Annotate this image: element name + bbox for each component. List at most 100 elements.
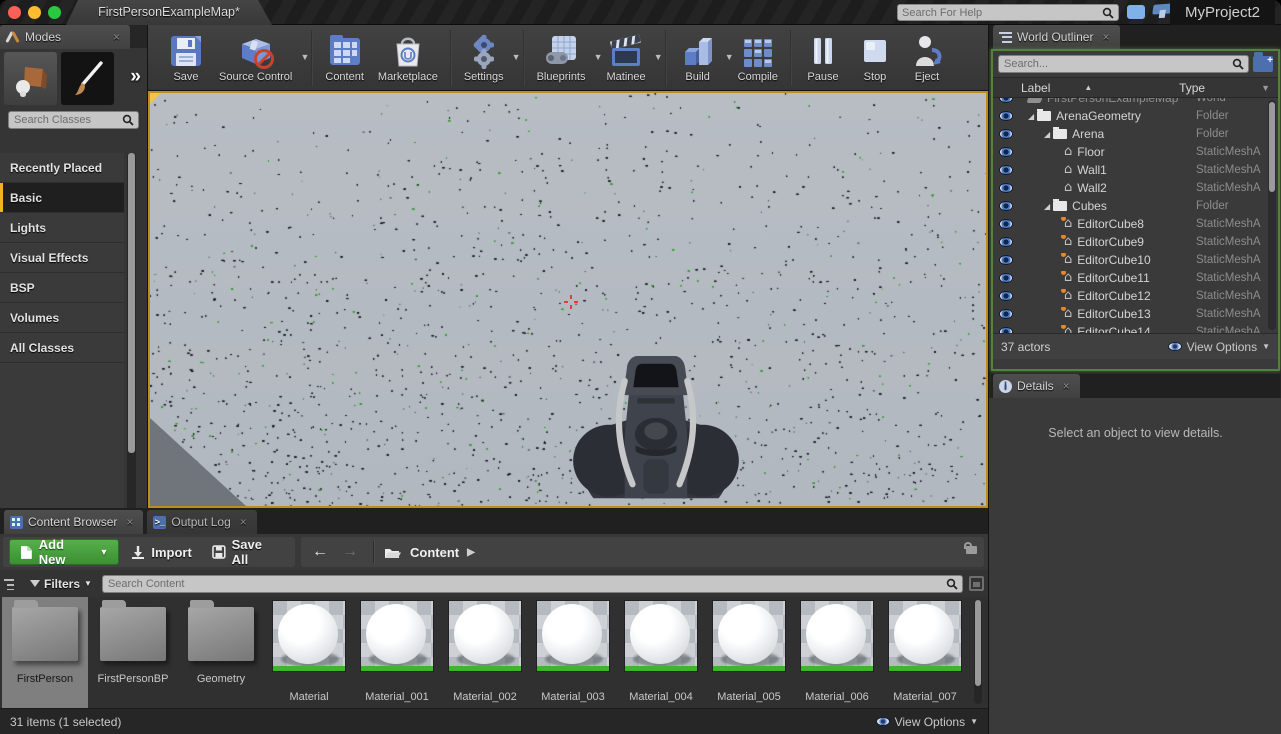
label-column-header[interactable]: Label: [1021, 81, 1050, 95]
details-tab[interactable]: i Details ×: [993, 374, 1080, 398]
more-modes-chevron-icon[interactable]: »: [130, 66, 141, 88]
outliner-row-editorcube12[interactable]: ⌂ EditorCube12 StaticMeshA: [993, 287, 1278, 305]
close-icon[interactable]: ×: [236, 515, 251, 529]
asset-tile-geometry[interactable]: Geometry: [178, 597, 264, 708]
type-filter-chevron-icon[interactable]: ▼: [1261, 83, 1270, 93]
save-button[interactable]: Save: [160, 30, 212, 85]
help-search-input[interactable]: [898, 7, 1098, 19]
outliner-row-arenageometry[interactable]: ◢ ArenaGeometry Folder: [993, 107, 1278, 125]
visibility-eye-icon[interactable]: [999, 291, 1013, 301]
build-button[interactable]: Build ▼: [672, 30, 731, 85]
close-icon[interactable]: ×: [109, 30, 124, 44]
breadcrumb-chevron-icon[interactable]: ▶: [467, 547, 475, 558]
settings-button[interactable]: Settings ▼: [457, 30, 518, 85]
back-button[interactable]: ←: [307, 543, 333, 561]
visibility-eye-icon[interactable]: [999, 183, 1013, 193]
place-mode-tab[interactable]: [4, 52, 57, 105]
add-new-button[interactable]: Add New ▼: [9, 539, 119, 565]
outliner-row-editorcube9[interactable]: ⌂ EditorCube9 StaticMeshA: [993, 233, 1278, 251]
type-column-header[interactable]: Type: [1179, 81, 1261, 95]
category-bsp[interactable]: BSP: [0, 273, 124, 303]
close-window-button[interactable]: [8, 6, 21, 19]
outliner-row-arena[interactable]: ◢ Arena Folder: [993, 125, 1278, 143]
visibility-eye-icon[interactable]: [999, 147, 1013, 157]
save-search-icon[interactable]: [969, 576, 984, 591]
asset-tile-material-003[interactable]: Material_003: [530, 597, 616, 708]
asset-tile-material-004[interactable]: Material_004: [618, 597, 704, 708]
category-basic[interactable]: Basic: [0, 183, 124, 213]
level-tab[interactable]: FirstPersonExampleMap*: [66, 0, 272, 25]
sources-panel-toggle-icon[interactable]: [4, 577, 20, 591]
feedback-chat-icon[interactable]: [1127, 5, 1145, 19]
output-log-tab[interactable]: >_ Output Log ×: [147, 510, 256, 534]
forward-button[interactable]: →: [337, 543, 363, 561]
close-icon[interactable]: ×: [122, 515, 137, 529]
chevron-down-icon[interactable]: ▼: [654, 52, 663, 62]
source-control-button[interactable]: Source Control ▼: [212, 30, 306, 85]
matinee-button[interactable]: Matinee ▼: [600, 30, 660, 85]
asset-tile-material-005[interactable]: Material_005: [706, 597, 792, 708]
create-folder-icon[interactable]: [1253, 56, 1273, 72]
chevron-down-icon[interactable]: ▼: [512, 52, 521, 62]
classes-search-input[interactable]: [9, 114, 118, 126]
outliner-row-wall1[interactable]: ⌂ Wall1 StaticMeshA: [993, 161, 1278, 179]
visibility-eye-icon[interactable]: [999, 111, 1013, 121]
asset-tile-material-006[interactable]: Material_006: [794, 597, 880, 708]
pause-button[interactable]: Pause: [797, 30, 849, 85]
eject-button[interactable]: Eject: [901, 30, 953, 85]
import-button[interactable]: Import: [123, 545, 199, 560]
visibility-eye-icon[interactable]: [999, 255, 1013, 265]
lock-icon[interactable]: [964, 542, 978, 554]
visibility-eye-icon[interactable]: [999, 98, 1013, 103]
outliner-row-world[interactable]: FirstPersonExampleMap World: [993, 98, 1278, 107]
close-icon[interactable]: ×: [1098, 30, 1113, 44]
blueprints-button[interactable]: Blueprints ▼: [530, 30, 600, 85]
save-all-button[interactable]: Save All: [204, 537, 289, 567]
visibility-eye-icon[interactable]: [999, 219, 1013, 229]
paint-mode-tab[interactable]: [61, 52, 114, 105]
world-outliner-tab[interactable]: World Outliner ×: [993, 25, 1120, 49]
asset-tile-material-001[interactable]: Material_001: [354, 597, 440, 708]
outliner-row-editorcube10[interactable]: ⌂ EditorCube10 StaticMeshA: [993, 251, 1278, 269]
asset-tile-material[interactable]: Material: [266, 597, 352, 708]
visibility-eye-icon[interactable]: [999, 309, 1013, 319]
level-viewport[interactable]: [148, 91, 988, 508]
stop-button[interactable]: Stop: [849, 30, 901, 85]
outliner-row-floor[interactable]: ⌂ Floor StaticMeshA: [993, 143, 1278, 161]
content-browser-tab[interactable]: Content Browser ×: [4, 510, 143, 534]
asset-tile-firstpersonbp[interactable]: FirstPersonBP: [90, 597, 176, 708]
visibility-eye-icon[interactable]: [999, 327, 1013, 333]
outliner-search-input[interactable]: [999, 58, 1228, 70]
marketplace-button[interactable]: Marketplace: [371, 30, 445, 85]
outliner-row-editorcube14[interactable]: ⌂ EditorCube14 StaticMeshA: [993, 323, 1278, 333]
outliner-scrollbar-thumb[interactable]: [1269, 102, 1275, 192]
expand-arrow-icon[interactable]: ◢: [1044, 202, 1050, 211]
chevron-down-icon[interactable]: ▼: [300, 52, 309, 62]
category-visual-effects[interactable]: Visual Effects: [0, 243, 124, 273]
modes-panel-tab[interactable]: Modes ×: [0, 25, 130, 49]
outliner-row-editorcube8[interactable]: ⌂ EditorCube8 StaticMeshA: [993, 215, 1278, 233]
visibility-eye-icon[interactable]: [999, 201, 1013, 211]
outliner-row-editorcube11[interactable]: ⌂ EditorCube11 StaticMeshA: [993, 269, 1278, 287]
compile-button[interactable]: Compile: [731, 30, 785, 85]
visibility-eye-icon[interactable]: [999, 165, 1013, 175]
asset-tile-firstperson[interactable]: FirstPerson: [2, 597, 88, 708]
asset-tile-material-002[interactable]: Material_002: [442, 597, 528, 708]
visibility-eye-icon[interactable]: [999, 237, 1013, 247]
category-volumes[interactable]: Volumes: [0, 303, 124, 333]
zoom-window-button[interactable]: [48, 6, 61, 19]
content-button[interactable]: Content: [318, 30, 371, 85]
visibility-eye-icon[interactable]: [999, 273, 1013, 283]
view-options-button[interactable]: View Options ▼: [876, 715, 978, 729]
minimize-window-button[interactable]: [28, 6, 41, 19]
outliner-view-options-button[interactable]: View Options ▼: [1168, 340, 1270, 354]
expand-arrow-icon[interactable]: ◢: [1028, 112, 1034, 121]
visibility-eye-icon[interactable]: [999, 129, 1013, 139]
outliner-row-editorcube13[interactable]: ⌂ EditorCube13 StaticMeshA: [993, 305, 1278, 323]
breadcrumb[interactable]: Content ▶: [384, 545, 475, 560]
outliner-row-wall2[interactable]: ⌂ Wall2 StaticMeshA: [993, 179, 1278, 197]
close-icon[interactable]: ×: [1059, 379, 1074, 393]
sort-ascending-icon[interactable]: ▲: [1084, 83, 1092, 92]
category-all-classes[interactable]: All Classes: [0, 333, 124, 363]
category-recently-placed[interactable]: Recently Placed: [0, 153, 124, 183]
